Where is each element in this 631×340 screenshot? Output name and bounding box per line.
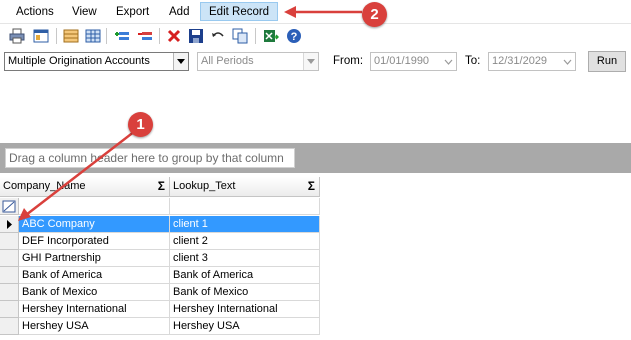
company-filter-cell[interactable] [19,198,170,215]
company-cell[interactable]: Hershey International [19,301,170,318]
lookup-cell[interactable]: Hershey International [170,301,320,318]
callout-badge-2: 2 [362,2,387,27]
chevron-down-icon [303,53,318,70]
chevron-down-icon[interactable] [441,53,456,70]
to-date-field[interactable]: 12/31/2029 [488,52,576,71]
account-select-value: Multiple Origination Accounts [8,55,150,67]
from-date-value: 01/01/1990 [374,55,430,67]
toolbar-separator [255,28,256,44]
table-row[interactable]: Hershey USA Hershey USA [0,318,320,335]
row-selector[interactable] [0,284,19,301]
chevron-down-icon[interactable] [560,53,575,70]
menu-add[interactable]: Add [161,3,197,22]
callout-badge-1: 1 [128,112,153,137]
table-row[interactable]: Bank of America Bank of America [0,267,320,284]
filter-row-selector [0,198,19,215]
export-excel-icon[interactable] [262,27,280,45]
lookup-cell[interactable]: client 2 [170,233,320,250]
toolbar-separator [56,28,57,44]
grid-filter-row [0,198,320,215]
run-button[interactable]: Run [588,51,626,72]
from-label: From: [333,55,364,67]
column-header-label: Company_Name [3,180,86,192]
table-row[interactable]: ABC Company client 1 [0,216,320,233]
sigma-icon[interactable]: Σ [308,177,315,196]
to-date-value: 12/31/2029 [492,55,548,67]
toolbar-separator [106,28,107,44]
print-icon[interactable] [8,27,26,45]
column-header-lookup-text[interactable]: Lookup_Text Σ [170,177,320,197]
lookup-cell[interactable]: Bank of Mexico [170,284,320,301]
menu-bar: Actions View Export Add Edit Record [0,0,631,23]
table-row[interactable]: Bank of Mexico Bank of Mexico [0,284,320,301]
company-cell[interactable]: Bank of Mexico [19,284,170,301]
lookup-filter-cell[interactable] [170,198,320,215]
company-cell[interactable]: DEF Incorporated [19,233,170,250]
chevron-down-icon [173,53,188,70]
grid-icon[interactable] [84,27,102,45]
group-by-hint: Drag a column header here to group by th… [5,148,295,168]
group-by-panel[interactable]: Drag a column header here to group by th… [0,143,631,173]
help-icon[interactable]: ? [285,27,303,45]
lookup-cell[interactable]: Hershey USA [170,318,320,335]
remove-row-icon[interactable] [136,27,154,45]
lookup-cell[interactable]: client 3 [170,250,320,267]
column-header-company-name[interactable]: Company_Name Σ [0,177,170,197]
company-cell[interactable]: Hershey USA [19,318,170,335]
row-selector[interactable] [0,267,19,284]
row-selector[interactable] [0,233,19,250]
menu-edit-record[interactable]: Edit Record [200,2,279,21]
menu-actions[interactable]: Actions [8,3,62,22]
company-cell[interactable]: Bank of America [19,267,170,284]
add-row-icon[interactable] [113,27,131,45]
sigma-icon[interactable]: Σ [158,177,165,196]
copy-icon[interactable] [231,27,249,45]
to-label: To: [465,55,481,67]
menu-export[interactable]: Export [108,3,157,22]
preview-icon[interactable] [32,27,50,45]
toolbar-separator [159,28,160,44]
company-cell[interactable]: ABC Company [19,216,170,233]
column-header-label: Lookup_Text [173,180,236,192]
row-selector[interactable] [0,318,19,335]
row-selector[interactable] [0,250,19,267]
from-date-field[interactable]: 01/01/1990 [370,52,457,71]
row-selector[interactable] [0,216,19,233]
period-select-value: All Periods [201,55,254,67]
period-select[interactable]: All Periods [197,52,319,71]
lookup-cell[interactable]: Bank of America [170,267,320,284]
table-row[interactable]: Hershey International Hershey Internatio… [0,301,320,318]
account-select[interactable]: Multiple Origination Accounts [4,52,189,71]
table-row[interactable]: GHI Partnership client 3 [0,250,320,267]
delete-icon[interactable] [165,27,183,45]
table-row[interactable]: DEF Incorporated client 2 [0,233,320,250]
toolbar: ? [0,23,631,47]
row-selector[interactable] [0,301,19,318]
table-icon[interactable] [62,27,80,45]
company-cell[interactable]: GHI Partnership [19,250,170,267]
undo-icon[interactable] [209,27,227,45]
svg-text:?: ? [291,31,298,43]
save-icon[interactable] [187,27,205,45]
lookup-cell[interactable]: client 1 [170,216,320,233]
menu-view[interactable]: View [64,3,105,22]
